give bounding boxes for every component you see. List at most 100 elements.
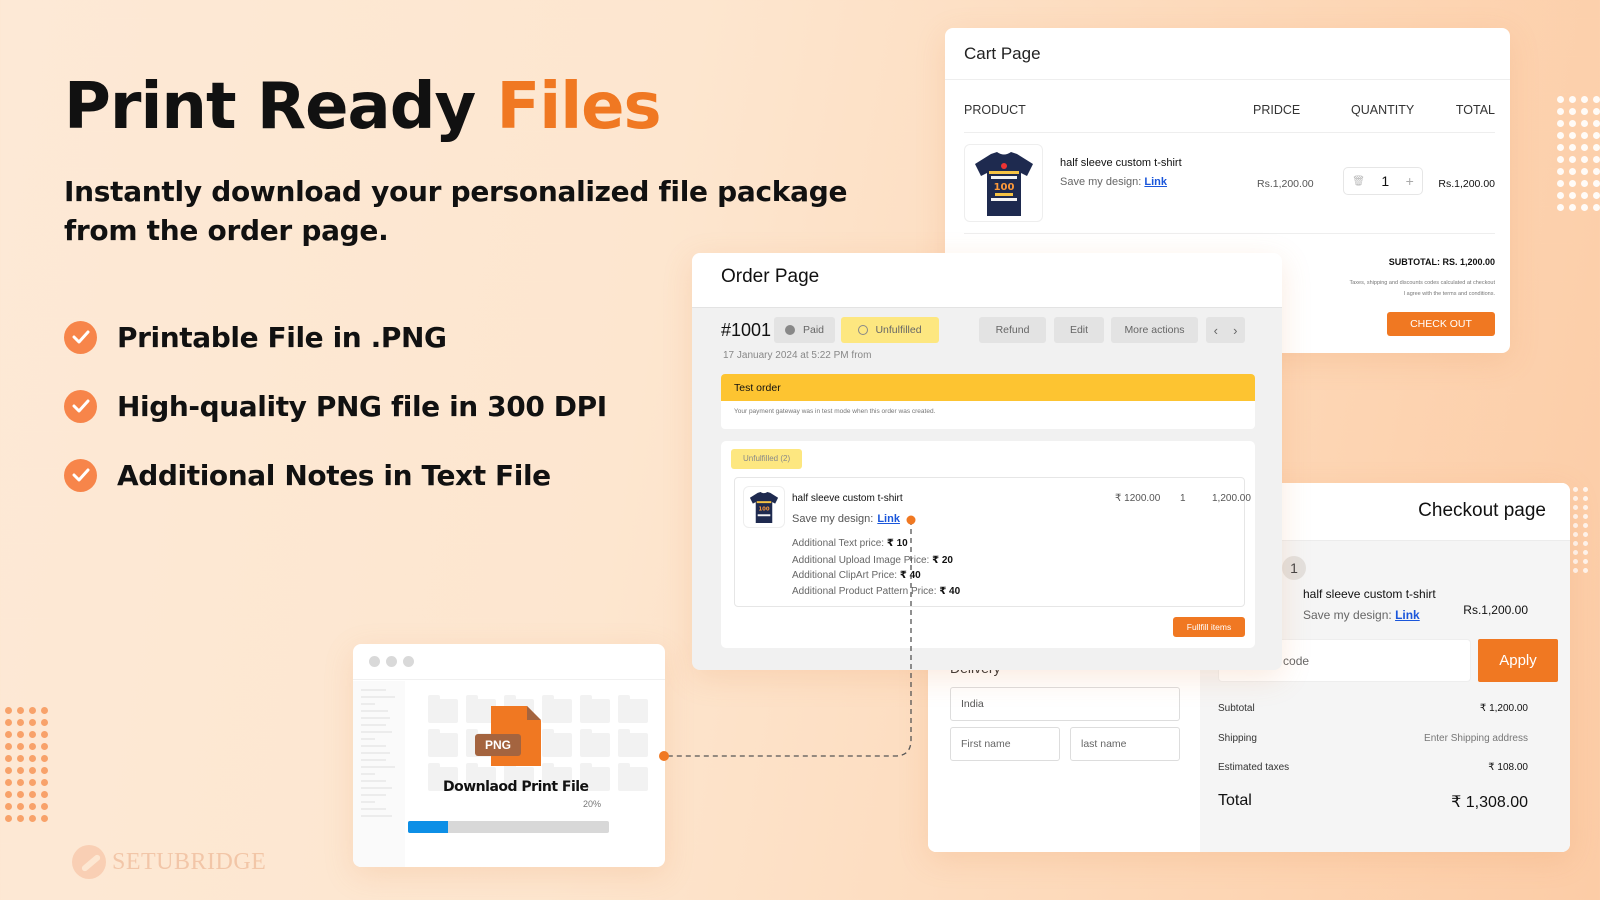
dot: [1593, 156, 1600, 163]
window-dot-icon: [386, 656, 397, 667]
more-actions-button[interactable]: More actions: [1111, 317, 1198, 343]
dot: [29, 719, 36, 726]
download-window: PNG Downlaod Print File 20%: [353, 644, 665, 867]
dot: [1583, 505, 1588, 510]
plus-icon[interactable]: +: [1406, 173, 1414, 189]
fulfill-items-button[interactable]: Fullfill items: [1173, 617, 1245, 637]
dot: [1569, 132, 1576, 139]
dot: [5, 719, 12, 726]
dot: [29, 743, 36, 750]
unfulfilled-label: Unfulfilled: [875, 324, 922, 336]
dot: [5, 743, 12, 750]
sidebar-line: [361, 724, 387, 726]
chevron-left-icon[interactable]: ‹: [1214, 323, 1218, 338]
logo-text: SETUBRIDGE: [112, 848, 267, 875]
dot: [5, 731, 12, 738]
summary-value: Enter Shipping address: [1424, 733, 1528, 744]
item-count-badge: 1: [1282, 556, 1306, 580]
chevron-right-icon[interactable]: ›: [1233, 323, 1237, 338]
quantity-stepper[interactable]: 🗑 1 +: [1343, 167, 1423, 195]
folder-icon: [580, 695, 610, 723]
sidebar-line: [361, 717, 390, 719]
dot: [17, 767, 24, 774]
order-pagination: ‹ ›: [1206, 317, 1245, 343]
check-circle-icon: [64, 389, 97, 423]
dot: [1581, 204, 1588, 211]
check-circle-icon: [64, 320, 97, 354]
country-field[interactable]: [950, 687, 1180, 721]
dot: [5, 791, 12, 798]
dot: [41, 719, 48, 726]
extra-value: ₹ 20: [932, 555, 953, 566]
dot: [1569, 144, 1576, 151]
refund-button[interactable]: Refund: [979, 317, 1046, 343]
sidebar-line: [361, 745, 387, 747]
save-design-link[interactable]: Link: [877, 513, 900, 525]
edit-button[interactable]: Edit: [1054, 317, 1104, 343]
dot: [17, 803, 24, 810]
status-dot-icon: [784, 325, 795, 335]
dot: [1593, 108, 1600, 115]
dot: [41, 707, 48, 714]
dot: [1569, 96, 1576, 103]
dot: [1581, 192, 1588, 199]
checkout-button[interactable]: CHECK OUT: [1387, 312, 1495, 336]
dot: [1573, 505, 1578, 510]
extra-label: Additional ClipArt Price:: [792, 570, 898, 581]
file-sidebar: [353, 681, 405, 867]
test-order-banner: Test order Your payment gateway was in t…: [721, 374, 1255, 429]
column-product: PRODUCT: [964, 103, 1026, 117]
extra-price-row: Additional Text price: ₹ 10: [792, 538, 908, 549]
extra-value: ₹ 40: [939, 586, 961, 597]
dot: [5, 767, 12, 774]
status-ring-icon: [858, 325, 869, 335]
quantity-value[interactable]: 1: [1381, 173, 1389, 189]
dot: [1583, 550, 1588, 555]
order-line-item: 100 half sleeve custom t-shirt Save my d…: [734, 477, 1251, 607]
first-name-field[interactable]: [950, 727, 1060, 761]
checkout-title: Checkout page: [1418, 500, 1546, 521]
dot: [41, 743, 48, 750]
download-title[interactable]: Downlaod Print File: [443, 779, 589, 795]
dot: [41, 767, 48, 774]
dot: [1583, 487, 1588, 492]
dot: [1593, 132, 1600, 139]
decorative-dots: [1573, 487, 1588, 573]
cart-tax-note: Taxes, shipping and discounts codes calc…: [1349, 280, 1495, 286]
dot: [5, 779, 12, 786]
dot: [29, 803, 36, 810]
column-price: PRIDCE: [1253, 103, 1301, 117]
dot: [17, 791, 24, 798]
dot: [41, 755, 48, 762]
dot: [1569, 120, 1576, 127]
dot: [1583, 541, 1588, 546]
save-design-link[interactable]: Link: [1144, 176, 1167, 188]
folder-icon: [618, 729, 648, 757]
sidebar-line: [361, 787, 392, 789]
save-design-link[interactable]: Link: [1395, 608, 1420, 622]
dot: [29, 779, 36, 786]
feature-label: Printable File in .PNG: [117, 320, 447, 354]
column-total: TOTAL: [1455, 103, 1495, 117]
dot: [1573, 514, 1578, 519]
dot: [17, 719, 24, 726]
sidebar-line: [361, 780, 387, 782]
brand-logo: SETUBRIDGE: [72, 845, 266, 879]
unfulfilled-count-badge: Unfulfilled (2): [731, 449, 803, 469]
column-quantity: QUANTITY: [1351, 103, 1415, 117]
dot: [1593, 120, 1600, 127]
dot: [1557, 132, 1564, 139]
dot: [29, 815, 36, 822]
check-circle-icon: [64, 458, 97, 492]
dot: [1581, 168, 1588, 175]
dot: [17, 731, 24, 738]
folder-icon: [542, 695, 572, 723]
summary-row-total: Total ₹ 1,308.00: [1218, 792, 1528, 812]
product-name: half sleeve custom t-shirt: [1060, 157, 1182, 169]
last-name-field[interactable]: [1070, 727, 1180, 761]
trash-icon[interactable]: 🗑: [1352, 176, 1365, 187]
sidebar-line: [361, 808, 387, 810]
feature-item: High-quality PNG file in 300 DPI: [64, 389, 607, 423]
summary-value: ₹ 1,200.00: [1479, 703, 1528, 714]
apply-button[interactable]: Apply: [1478, 639, 1558, 682]
